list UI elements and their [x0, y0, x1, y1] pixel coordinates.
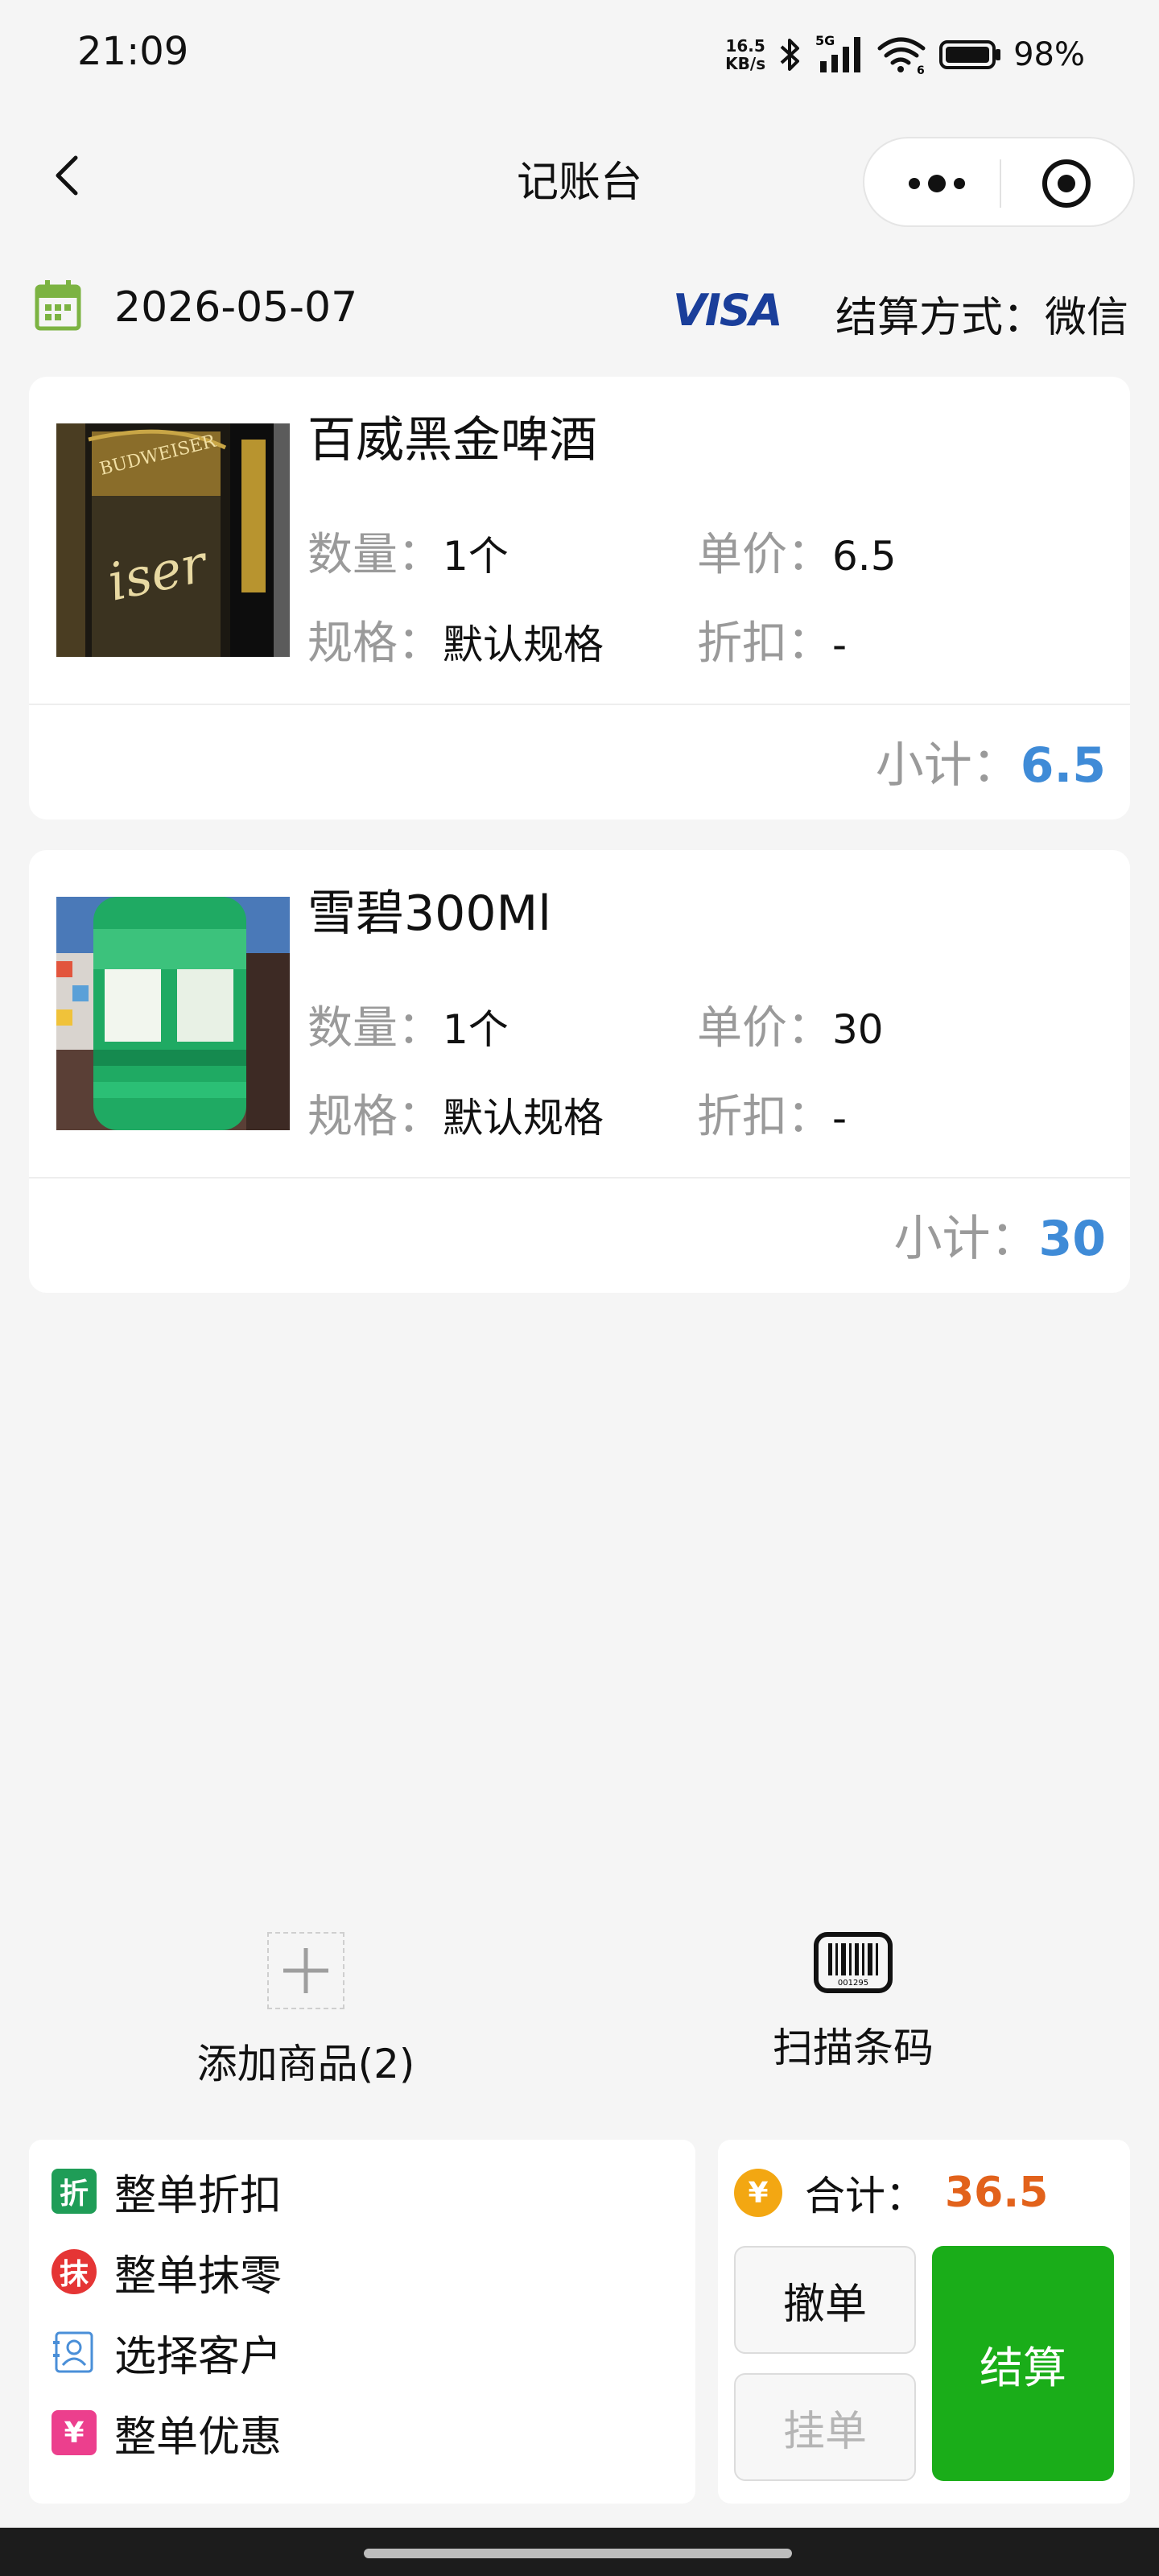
option-label: 整单优惠: [114, 2413, 283, 2462]
visa-logo: VISA: [673, 285, 783, 336]
select-customer-option[interactable]: 选择客户: [52, 2320, 282, 2384]
option-label: 选择客户: [114, 2332, 283, 2381]
net-speed: 16.5 KB/s: [725, 37, 765, 72]
hold-order-button[interactable]: 挂单: [734, 2373, 916, 2481]
status-time: 21:09: [77, 29, 189, 74]
app-screen: 21:09 16.5 KB/s 5G 6 98% 记账台 2026-05-07 …: [0, 0, 1159, 2576]
barcode-icon: 001295: [814, 1932, 893, 1993]
card-divider: [29, 704, 1130, 705]
cancel-order-button[interactable]: 撤单: [734, 2246, 916, 2354]
battery-percent: 98%: [1013, 36, 1085, 73]
yen-coin-icon: ¥: [734, 2169, 782, 2217]
system-navigation-bar: [0, 2528, 1159, 2576]
spec-value: 默认规格: [443, 1095, 604, 1141]
discount-icon: 折: [52, 2169, 97, 2214]
unit-price-field: 单价：6.5: [697, 518, 897, 584]
payment-method[interactable]: 结算方式：微信: [835, 283, 1128, 344]
nav-bar: 记账台: [0, 121, 1159, 233]
product-card[interactable]: BUDWEISER iser 百威黑金啤酒 数量：1个 单价：6.5 规格：默认…: [29, 377, 1130, 819]
plus-icon: [267, 1932, 344, 2009]
order-info-row: 2026-05-07 VISA 结算方式：微信: [0, 274, 1159, 346]
add-goods-label: 添加商品(2): [196, 2041, 415, 2087]
net-speed-unit: KB/s: [725, 54, 766, 73]
total-value: 36.5: [945, 2169, 1049, 2217]
calendar-icon[interactable]: [34, 279, 82, 332]
spec-value: 默认规格: [443, 621, 604, 668]
customer-icon: [53, 2331, 93, 2373]
network-type: 5G: [815, 34, 835, 48]
quantity-label: 数量：: [307, 529, 443, 581]
option-label: 整单折扣: [114, 2171, 283, 2220]
product-name: 雪碧300Ml: [307, 886, 551, 942]
battery-icon: [939, 40, 1001, 69]
order-options-panel: 折 整单折扣 抹 整单抹零 选择客户 ¥ 整单优惠: [29, 2140, 695, 2504]
total-row: ¥ 合计： 36.5: [734, 2164, 1048, 2222]
net-speed-value: 16.5: [725, 36, 765, 56]
mini-program-capsule: [863, 137, 1135, 227]
card-divider: [29, 1177, 1130, 1179]
checkout-panel: ¥ 合计： 36.5 撤单 挂单 结算: [718, 2140, 1130, 2504]
unit-price-field: 单价：30: [697, 992, 884, 1057]
wifi-icon: 6: [877, 37, 926, 76]
spec-label: 规格：: [307, 1091, 443, 1143]
unit-price-label: 单价：: [697, 529, 832, 581]
more-options-icon[interactable]: [897, 155, 977, 213]
close-miniprogram-icon[interactable]: [1030, 155, 1103, 213]
barcode-number: 001295: [838, 1979, 868, 1988]
product-name: 百威黑金啤酒: [307, 412, 597, 469]
quantity-field: 数量：1个: [307, 992, 509, 1057]
subtotal-value: 30: [1038, 1211, 1107, 1267]
discount-value: -: [832, 1095, 848, 1141]
add-goods-button[interactable]: 添加商品(2): [185, 1932, 427, 2090]
home-indicator[interactable]: [364, 2549, 792, 2558]
unit-price-value: 6.5: [832, 533, 897, 580]
status-bar: 21:09 16.5 KB/s 5G 6 98%: [0, 0, 1159, 105]
quantity-value: 1个: [443, 533, 509, 580]
subtotal: 小计：6.5: [876, 726, 1106, 796]
status-icons: 16.5 KB/s 5G 6 98%: [725, 32, 1085, 77]
discount-field: 折扣：-: [697, 607, 847, 672]
whole-order-coupon-option[interactable]: ¥ 整单优惠: [52, 2401, 282, 2465]
subtotal: 小计：30: [894, 1199, 1107, 1269]
spec-field: 规格：默认规格: [307, 1080, 604, 1146]
subtotal-value: 6.5: [1020, 737, 1106, 794]
unit-price-value: 30: [832, 1006, 884, 1053]
whole-order-discount-option[interactable]: 折 整单折扣: [52, 2159, 282, 2223]
quantity-value: 1个: [443, 1006, 509, 1053]
spec-field: 规格：默认规格: [307, 607, 604, 672]
settle-button[interactable]: 结算: [932, 2246, 1114, 2481]
scan-barcode-button[interactable]: 001295 扫描条码: [732, 1932, 974, 2074]
quantity-label: 数量：: [307, 1002, 443, 1055]
unit-price-label: 单价：: [697, 1002, 832, 1055]
spec-label: 规格：: [307, 617, 443, 670]
discount-value: -: [832, 621, 848, 668]
coupon-icon: ¥: [52, 2410, 97, 2455]
cellular-signal-icon: 5G: [815, 34, 861, 72]
subtotal-label: 小计：: [893, 1211, 1039, 1267]
option-label: 整单抹零: [114, 2252, 283, 2301]
product-image-beer: BUDWEISER iser: [56, 423, 290, 657]
order-date[interactable]: 2026-05-07: [114, 283, 357, 332]
round-off-icon: 抹: [52, 2249, 97, 2294]
round-off-option[interactable]: 抹 整单抹零: [52, 2240, 282, 2304]
discount-label: 折扣：: [697, 1091, 832, 1143]
discount-label: 折扣：: [697, 617, 832, 670]
discount-field: 折扣：-: [697, 1080, 847, 1146]
bluetooth-icon: [780, 39, 800, 71]
total-label: 合计：: [805, 2173, 926, 2219]
subtotal-label: 小计：: [875, 737, 1021, 794]
product-image-sprite: [56, 897, 290, 1130]
product-card[interactable]: 雪碧300Ml 数量：1个 单价：30 规格：默认规格 折扣：- 小计：30: [29, 850, 1130, 1293]
capsule-divider: [1000, 159, 1001, 208]
wifi-badge: 6: [917, 64, 925, 76]
quantity-field: 数量：1个: [307, 518, 509, 584]
scan-code-label: 扫描条码: [773, 2025, 934, 2071]
